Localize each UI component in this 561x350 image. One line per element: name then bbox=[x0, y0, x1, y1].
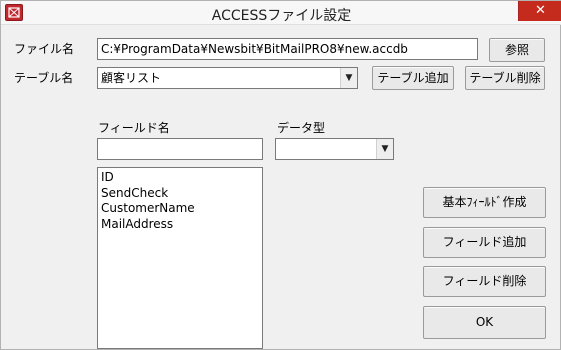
data-type-select[interactable]: ▼ bbox=[275, 138, 394, 160]
chevron-down-icon[interactable]: ▼ bbox=[376, 139, 393, 159]
table-select-value: 顧客リスト bbox=[101, 71, 162, 85]
list-item[interactable]: ID bbox=[101, 170, 259, 186]
close-icon[interactable]: ✕ bbox=[535, 3, 546, 18]
create-basic-fields-button[interactable]: 基本ﾌｨｰﾙﾄﾞ作成 bbox=[423, 187, 546, 218]
delete-field-button[interactable]: フィールド削除 bbox=[423, 266, 546, 297]
data-type-label: データ型 bbox=[277, 121, 326, 135]
window-title: ACCESSファイル設定 bbox=[211, 8, 352, 24]
table-name-label: テーブル名 bbox=[14, 71, 74, 85]
field-name-label: フィールド名 bbox=[98, 121, 170, 135]
ok-button[interactable]: OK bbox=[423, 306, 546, 339]
file-path-field[interactable]: C:¥ProgramData¥Newsbit¥BitMailPRO8¥new.a… bbox=[97, 38, 478, 60]
add-field-button[interactable]: フィールド追加 bbox=[423, 227, 546, 258]
list-item[interactable]: MailAddress bbox=[101, 217, 259, 233]
list-item[interactable]: SendCheck bbox=[101, 186, 259, 202]
list-item[interactable]: CustomerName bbox=[101, 201, 259, 217]
file-name-label: ファイル名 bbox=[14, 42, 75, 56]
field-name-input[interactable] bbox=[97, 138, 263, 160]
add-table-button[interactable]: テーブル追加 bbox=[372, 66, 454, 90]
browse-button[interactable]: 参照 bbox=[489, 38, 545, 62]
table-select[interactable]: 顧客リスト ▼ bbox=[97, 67, 358, 89]
fields-listbox[interactable]: ID SendCheck CustomerName MailAddress bbox=[97, 167, 263, 349]
title-bar: ACCESSファイル設定 ✕ bbox=[1, 1, 561, 25]
access-settings-dialog: ACCESSファイル設定 ✕ ファイル名 C:¥ProgramData¥News… bbox=[0, 0, 561, 350]
delete-table-button[interactable]: テーブル削除 bbox=[465, 66, 545, 90]
close-button[interactable]: ✕ bbox=[518, 1, 561, 21]
chevron-down-icon[interactable]: ▼ bbox=[340, 68, 357, 88]
